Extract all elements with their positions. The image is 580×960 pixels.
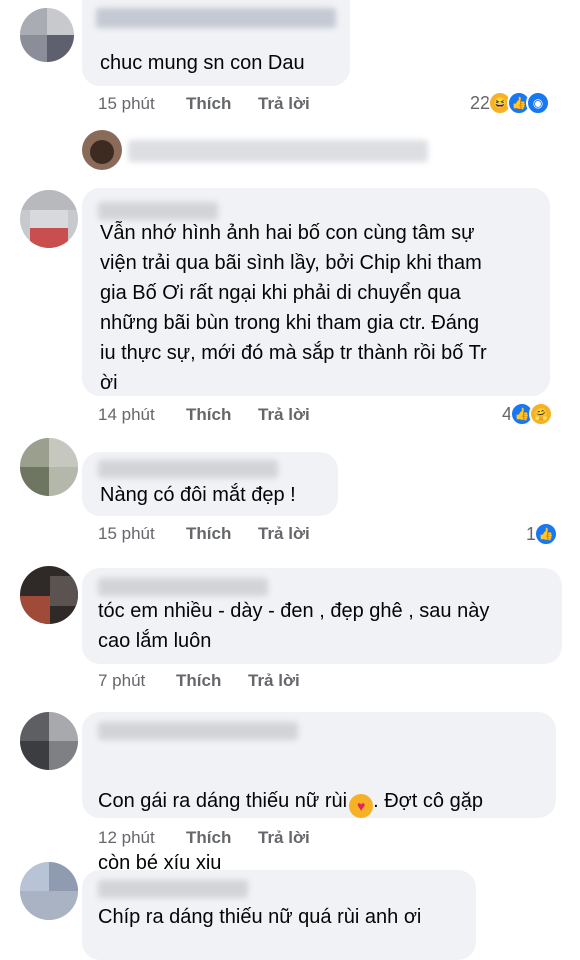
smiling-hearts-emoji-icon: ♥	[349, 794, 374, 818]
care-icon: 🤗	[529, 402, 554, 426]
comment-bubble: Vẫn nhớ hình ảnh hai bố con cùng tâm sự …	[82, 188, 550, 396]
avatar[interactable]	[20, 190, 78, 248]
like-link[interactable]: Thích	[186, 405, 231, 425]
blurred-reply-preview	[128, 140, 428, 162]
comment-bubble: chuc mung sn con Dau	[82, 0, 350, 86]
comment-text: Nàng có đôi mắt đẹp !	[100, 484, 296, 506]
reply-link[interactable]: Trả lời	[248, 671, 300, 691]
comment-text-line1-end: . Đợt cô gặp	[373, 790, 483, 812]
reply-link[interactable]: Trả lời	[258, 94, 310, 114]
avatar[interactable]	[82, 130, 122, 170]
comment-text: Chíp ra dáng thiếu nữ quá rùi anh ơi	[98, 906, 422, 928]
like-link[interactable]: Thích	[186, 94, 231, 114]
comment-text: chuc mung sn con Dau	[100, 52, 305, 74]
reply-link[interactable]: Trả lời	[258, 524, 310, 544]
comment-time: 14 phút	[98, 405, 155, 424]
comment-actions: 14 phút Thích Trả lời	[98, 405, 338, 427]
reaction-summary[interactable]: 1 👍	[526, 522, 559, 546]
like-icon: 👍	[534, 522, 559, 546]
like-link[interactable]: Thích	[176, 671, 221, 691]
blurred-author-name	[98, 460, 278, 478]
avatar[interactable]	[20, 712, 78, 770]
comment-text: Con gái ra dáng thiếu nữ rùi ♥. Đợt cô gặ…	[98, 756, 483, 878]
comment-actions: 15 phút Thích Trả lời	[98, 94, 338, 116]
comment-time: 15 phút	[98, 524, 155, 543]
avatar[interactable]	[20, 438, 78, 496]
reaction-count: 22	[470, 92, 491, 113]
avatar[interactable]	[20, 862, 78, 920]
like-link[interactable]: Thích	[186, 524, 231, 544]
blurred-author-name	[96, 8, 336, 28]
comment-time: 15 phút	[98, 94, 155, 113]
reply-link[interactable]: Trả lời	[258, 405, 310, 425]
comment-actions: 15 phút Thích Trả lời	[98, 524, 338, 546]
comment-time: 12 phút	[98, 828, 155, 847]
blurred-author-name	[98, 722, 298, 740]
reaction-summary[interactable]: 4 👍 🤗	[502, 402, 554, 426]
love-icon: ◉	[526, 91, 551, 115]
comment-actions: 12 phút Thích Trả lời	[98, 828, 338, 850]
comment-text: Vẫn nhớ hình ảnh hai bố con cùng tâm sự …	[100, 222, 487, 394]
blurred-author-name	[98, 578, 268, 596]
avatar[interactable]	[20, 566, 78, 624]
reply-link[interactable]: Trả lời	[258, 828, 310, 848]
comment-bubble: Con gái ra dáng thiếu nữ rùi ♥. Đợt cô gặ…	[82, 712, 556, 874]
comment-text: tóc em nhiều - dày - đen , đẹp ghê , sau…	[98, 600, 490, 652]
comment-bubble: Chíp ra dáng thiếu nữ quá rùi anh ơi	[82, 870, 476, 960]
reaction-summary[interactable]: 22 😆 👍 ◉	[470, 91, 551, 115]
like-link[interactable]: Thích	[186, 828, 231, 848]
avatar[interactable]	[20, 8, 74, 62]
comment-actions: 7 phút Thích Trả lời	[98, 671, 338, 693]
blurred-author-name	[98, 880, 248, 898]
comment-bubble: tóc em nhiều - dày - đen , đẹp ghê , sau…	[82, 568, 562, 664]
comment-bubble: Nàng có đôi mắt đẹp !	[82, 452, 338, 516]
comment-time: 7 phút	[98, 671, 146, 690]
comment-text-line1: Con gái ra dáng thiếu nữ rùi	[98, 790, 348, 812]
